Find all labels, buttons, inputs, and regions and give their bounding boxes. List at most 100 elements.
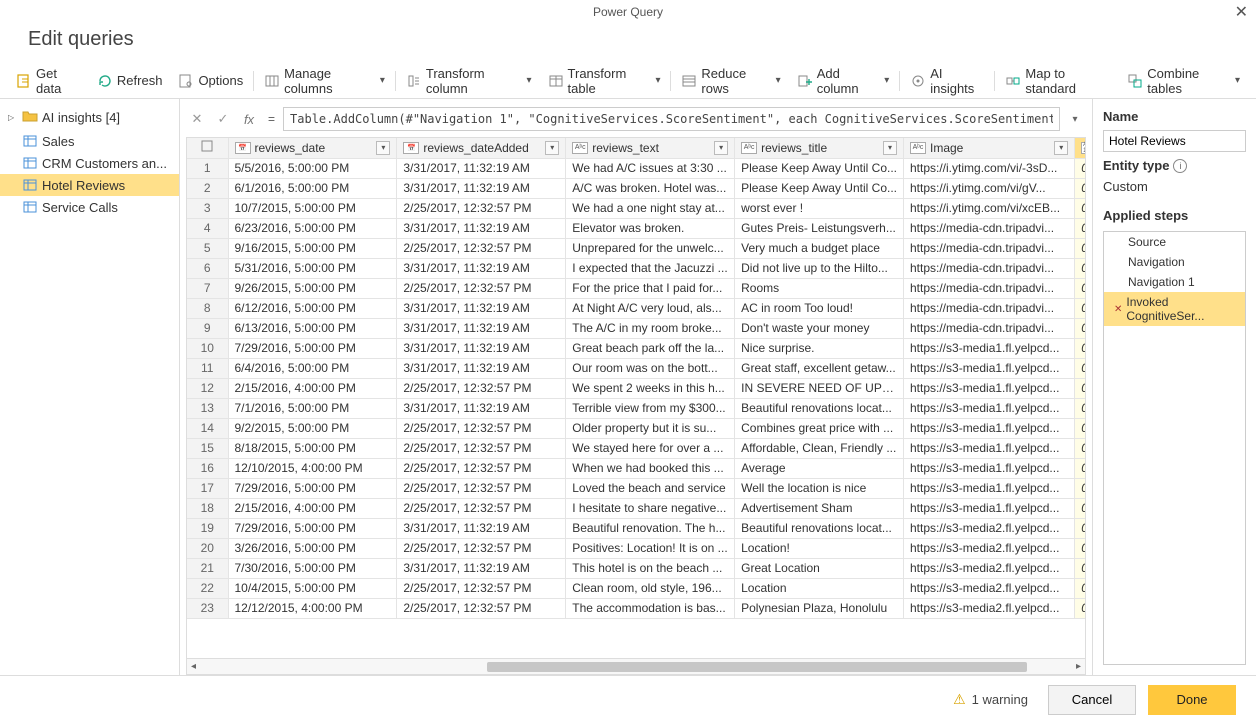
row-number[interactable]: 22 bbox=[187, 578, 228, 598]
cell-image[interactable]: https://s3-media2.fl.yelpcd... bbox=[904, 578, 1075, 598]
cell-reviews-title[interactable]: Great Location bbox=[735, 558, 904, 578]
queries-folder[interactable]: ▷ AI insights [4] bbox=[0, 105, 179, 130]
cell-reviews-text[interactable]: At Night A/C very loud, als... bbox=[566, 298, 735, 318]
reduce-rows-button[interactable]: Reduce rows ▾ bbox=[673, 62, 788, 100]
cell-cognitive-score[interactable]: 0.591 bbox=[1075, 598, 1085, 618]
formula-input[interactable] bbox=[283, 107, 1060, 131]
row-number[interactable]: 4 bbox=[187, 218, 228, 238]
cell-reviews-title[interactable]: Polynesian Plaza, Honolulu bbox=[735, 598, 904, 618]
cell-reviews-title[interactable]: Gutes Preis- Leistungsverh... bbox=[735, 218, 904, 238]
query-item[interactable]: Sales bbox=[0, 130, 179, 152]
cell-reviews-date[interactable]: 5/5/2016, 5:00:00 PM bbox=[228, 158, 397, 178]
cell-reviews-dateadded[interactable]: 3/31/2017, 11:32:19 AM bbox=[397, 558, 566, 578]
cell-reviews-dateadded[interactable]: 2/25/2017, 12:32:57 PM bbox=[397, 238, 566, 258]
table-row[interactable]: 10 7/29/2016, 5:00:00 PM 3/31/2017, 11:3… bbox=[187, 338, 1085, 358]
cell-reviews-text[interactable]: For the price that I paid for... bbox=[566, 278, 735, 298]
cell-reviews-title[interactable]: Rooms bbox=[735, 278, 904, 298]
formula-expand-button[interactable]: ▾ bbox=[1064, 108, 1086, 130]
row-number[interactable]: 13 bbox=[187, 398, 228, 418]
cell-cognitive-score[interactable]: 0.422 bbox=[1075, 398, 1085, 418]
cell-cognitive-score[interactable]: 0.641 bbox=[1075, 358, 1085, 378]
column-header-reviews-dateadded[interactable]: 📅reviews_dateAdded▾ bbox=[397, 138, 566, 158]
table-row[interactable]: 22 10/4/2015, 5:00:00 PM 2/25/2017, 12:3… bbox=[187, 578, 1085, 598]
cell-image[interactable]: https://s3-media1.fl.yelpcd... bbox=[904, 478, 1075, 498]
warning-indicator[interactable]: ⚠ 1 warning bbox=[953, 691, 1028, 708]
cell-reviews-text[interactable]: We spent 2 weeks in this h... bbox=[566, 378, 735, 398]
cell-cognitive-score[interactable]: 0.705 bbox=[1075, 478, 1085, 498]
cell-image[interactable]: https://i.ytimg.com/vi/-3sD... bbox=[904, 158, 1075, 178]
cell-cognitive-score[interactable]: 0.309 bbox=[1075, 238, 1085, 258]
cell-reviews-text[interactable]: The accommodation is bas... bbox=[566, 598, 735, 618]
cell-reviews-date[interactable]: 5/31/2016, 5:00:00 PM bbox=[228, 258, 397, 278]
cell-image[interactable]: https://s3-media1.fl.yelpcd... bbox=[904, 358, 1075, 378]
cell-cognitive-score[interactable]: 0.565 bbox=[1075, 318, 1085, 338]
refresh-button[interactable]: Refresh bbox=[89, 69, 171, 93]
cell-reviews-date[interactable]: 3/26/2016, 5:00:00 PM bbox=[228, 538, 397, 558]
cell-image[interactable]: https://s3-media2.fl.yelpcd... bbox=[904, 538, 1075, 558]
cell-reviews-title[interactable]: Well the location is nice bbox=[735, 478, 904, 498]
row-number[interactable]: 23 bbox=[187, 598, 228, 618]
cell-reviews-dateadded[interactable]: 3/31/2017, 11:32:19 AM bbox=[397, 178, 566, 198]
cell-image[interactable]: https://s3-media1.fl.yelpcd... bbox=[904, 338, 1075, 358]
cell-reviews-text[interactable]: Clean room, old style, 196... bbox=[566, 578, 735, 598]
ai-insights-button[interactable]: AI insights bbox=[902, 62, 992, 100]
cell-reviews-title[interactable]: Affordable, Clean, Friendly ... bbox=[735, 438, 904, 458]
cell-reviews-title[interactable]: Please Keep Away Until Co... bbox=[735, 178, 904, 198]
cell-reviews-date[interactable]: 7/30/2016, 5:00:00 PM bbox=[228, 558, 397, 578]
column-header-cognitive-score[interactable]: ABC123CognitiveServices....▾ bbox=[1075, 138, 1085, 158]
cell-reviews-dateadded[interactable]: 3/31/2017, 11:32:19 AM bbox=[397, 398, 566, 418]
cell-reviews-dateadded[interactable]: 2/25/2017, 12:32:57 PM bbox=[397, 598, 566, 618]
column-header-image[interactable]: AᵇcImage▾ bbox=[904, 138, 1075, 158]
row-number[interactable]: 9 bbox=[187, 318, 228, 338]
cell-reviews-dateadded[interactable]: 3/31/2017, 11:32:19 AM bbox=[397, 358, 566, 378]
cell-reviews-dateadded[interactable]: 2/25/2017, 12:32:57 PM bbox=[397, 378, 566, 398]
cell-reviews-title[interactable]: Location! bbox=[735, 538, 904, 558]
cell-cognitive-score[interactable]: 0.199 bbox=[1075, 298, 1085, 318]
data-grid[interactable]: 📅reviews_date▾ 📅reviews_dateAdded▾ Aᵇcre… bbox=[186, 137, 1086, 675]
cell-reviews-dateadded[interactable]: 2/25/2017, 12:32:57 PM bbox=[397, 578, 566, 598]
table-row[interactable]: 11 6/4/2016, 5:00:00 PM 3/31/2017, 11:32… bbox=[187, 358, 1085, 378]
query-name-input[interactable] bbox=[1103, 130, 1246, 152]
cell-reviews-title[interactable]: Very much a budget place bbox=[735, 238, 904, 258]
table-row[interactable]: 13 7/1/2016, 5:00:00 PM 3/31/2017, 11:32… bbox=[187, 398, 1085, 418]
cell-reviews-date[interactable]: 6/4/2016, 5:00:00 PM bbox=[228, 358, 397, 378]
cell-reviews-text[interactable]: When we had booked this ... bbox=[566, 458, 735, 478]
cell-reviews-date[interactable]: 12/10/2015, 4:00:00 PM bbox=[228, 458, 397, 478]
cell-reviews-title[interactable]: Beautiful renovations locat... bbox=[735, 518, 904, 538]
cell-reviews-date[interactable]: 10/4/2015, 5:00:00 PM bbox=[228, 578, 397, 598]
column-header-reviews-date[interactable]: 📅reviews_date▾ bbox=[228, 138, 397, 158]
filter-dropdown-icon[interactable]: ▾ bbox=[545, 141, 559, 155]
table-row[interactable]: 18 2/15/2016, 4:00:00 PM 2/25/2017, 12:3… bbox=[187, 498, 1085, 518]
query-item[interactable]: Hotel Reviews bbox=[0, 174, 179, 196]
row-number[interactable]: 12 bbox=[187, 378, 228, 398]
table-row[interactable]: 23 12/12/2015, 4:00:00 PM 2/25/2017, 12:… bbox=[187, 598, 1085, 618]
map-to-standard-button[interactable]: Map to standard bbox=[997, 62, 1119, 100]
cell-reviews-dateadded[interactable]: 2/25/2017, 12:32:57 PM bbox=[397, 498, 566, 518]
table-row[interactable]: 20 3/26/2016, 5:00:00 PM 2/25/2017, 12:3… bbox=[187, 538, 1085, 558]
table-row[interactable]: 16 12/10/2015, 4:00:00 PM 2/25/2017, 12:… bbox=[187, 458, 1085, 478]
cell-image[interactable]: https://media-cdn.tripadvi... bbox=[904, 258, 1075, 278]
cell-cognitive-score[interactable]: 0.917 bbox=[1075, 518, 1085, 538]
cell-image[interactable]: https://media-cdn.tripadvi... bbox=[904, 318, 1075, 338]
cell-reviews-date[interactable]: 6/1/2016, 5:00:00 PM bbox=[228, 178, 397, 198]
cell-reviews-title[interactable]: Please Keep Away Until Co... bbox=[735, 158, 904, 178]
cell-reviews-dateadded[interactable]: 2/25/2017, 12:32:57 PM bbox=[397, 458, 566, 478]
cell-reviews-text[interactable]: Elevator was broken. bbox=[566, 218, 735, 238]
cell-reviews-dateadded[interactable]: 3/31/2017, 11:32:19 AM bbox=[397, 298, 566, 318]
cell-reviews-date[interactable]: 6/12/2016, 5:00:00 PM bbox=[228, 298, 397, 318]
cell-cognitive-score[interactable]: 0.667 bbox=[1075, 378, 1085, 398]
cell-reviews-text[interactable]: This hotel is on the beach ... bbox=[566, 558, 735, 578]
table-row[interactable]: 2 6/1/2016, 5:00:00 PM 3/31/2017, 11:32:… bbox=[187, 178, 1085, 198]
cell-reviews-title[interactable]: AC in room Too loud! bbox=[735, 298, 904, 318]
cell-reviews-title[interactable]: Average bbox=[735, 458, 904, 478]
query-item[interactable]: CRM Customers an... bbox=[0, 152, 179, 174]
cell-cognitive-score[interactable]: 0.577 bbox=[1075, 538, 1085, 558]
row-number[interactable]: 19 bbox=[187, 518, 228, 538]
cell-cognitive-score[interactable]: 0.794 bbox=[1075, 558, 1085, 578]
cell-reviews-text[interactable]: The A/C in my room broke... bbox=[566, 318, 735, 338]
cell-reviews-dateadded[interactable]: 3/31/2017, 11:32:19 AM bbox=[397, 518, 566, 538]
cell-reviews-text[interactable]: Unprepared for the unwelc... bbox=[566, 238, 735, 258]
cell-reviews-text[interactable]: We stayed here for over a ... bbox=[566, 438, 735, 458]
table-row[interactable]: 19 7/29/2016, 5:00:00 PM 3/31/2017, 11:3… bbox=[187, 518, 1085, 538]
cell-image[interactable]: https://i.ytimg.com/vi/gV... bbox=[904, 178, 1075, 198]
